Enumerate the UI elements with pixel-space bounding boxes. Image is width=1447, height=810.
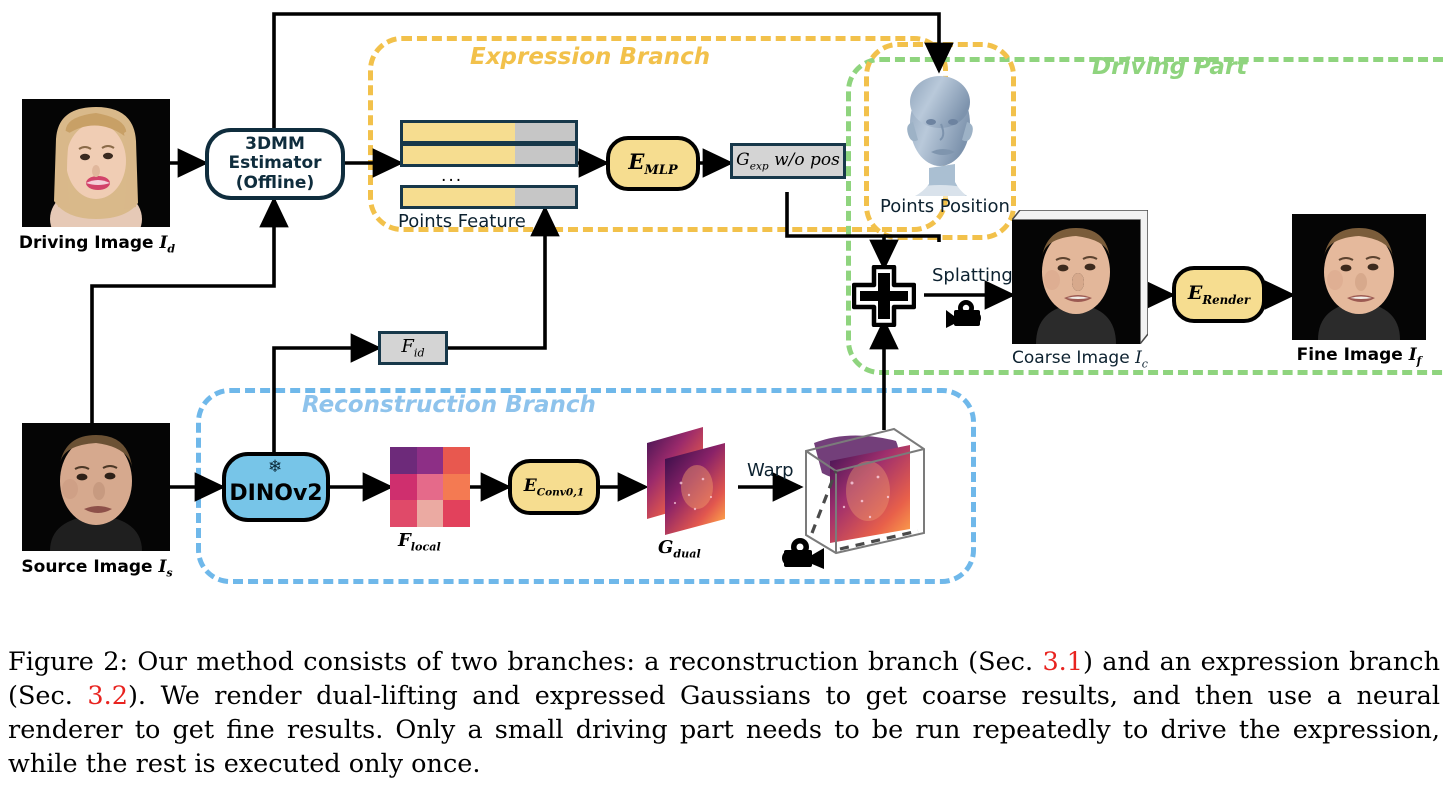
- coarse-image-caption: Coarse Image Ic: [1012, 348, 1148, 371]
- fine-image-caption: Fine Image If: [1296, 345, 1422, 368]
- points-feature-bar-1: [400, 120, 578, 144]
- fine-image-thumbnail: [1292, 214, 1426, 340]
- f-id-label: Fid: [401, 336, 425, 360]
- points-feature-bar-3: [400, 185, 578, 209]
- method-pipeline-figure: Expression Branch Driving Part Reconstru…: [0, 0, 1447, 630]
- e-mlp-node[interactable]: EMLP: [606, 136, 700, 191]
- f-id-box: Fid: [378, 331, 448, 365]
- caption-part1: Our method consists of two branches: a r…: [128, 647, 1043, 677]
- g-exp-wo-pos-box: Gexp w/o pos: [730, 143, 846, 179]
- coarse-image-thumbnail: [1010, 209, 1149, 347]
- dinov2-label: DINOv2: [229, 480, 323, 506]
- points-feature-label: Points Feature: [398, 211, 526, 232]
- points-feature-ellipsis: ...: [441, 166, 464, 186]
- points-position-label: Points Position: [880, 196, 1010, 217]
- f-local-feature-grid: [390, 447, 470, 527]
- plus-merge-icon: [851, 264, 917, 328]
- e-conv-label: EConv0,1: [523, 475, 585, 499]
- caption-number: Figure 2:: [8, 647, 129, 677]
- e-render-node[interactable]: ERender: [1172, 266, 1266, 323]
- estimator-line2: Estimator: [228, 153, 322, 174]
- e-conv-node[interactable]: EConv0,1: [508, 459, 600, 515]
- caption-ref-3-2[interactable]: 3.2: [87, 681, 128, 711]
- snowflake-icon: ❄: [268, 457, 283, 477]
- e-mlp-label: EMLP: [628, 148, 678, 179]
- points-feature-bar-2: [400, 143, 578, 167]
- e-render-label: ERender: [1187, 282, 1251, 307]
- g-dual-label: Gdual: [658, 537, 701, 561]
- caption-part3: ). We render dual-lifting and expressed …: [8, 681, 1440, 780]
- figure-caption: Figure 2: Our method consists of two bra…: [8, 645, 1440, 782]
- driving-image-thumbnail: [22, 99, 170, 227]
- g-dual-planes: [645, 425, 739, 535]
- f-local-label: Flocal: [398, 530, 441, 554]
- estimator-line3: (Offline): [235, 172, 315, 193]
- g-exp-label: Gexp w/o pos: [736, 149, 840, 173]
- estimator-line1: 3DMM: [245, 134, 305, 155]
- source-image-caption: Source Image Is: [21, 557, 173, 580]
- caption-ref-3-1[interactable]: 3.1: [1042, 647, 1083, 677]
- movie-camera-icon: [944, 298, 988, 330]
- 3dmm-estimator-node[interactable]: 3DMM Estimator (Offline): [205, 128, 345, 200]
- source-image-thumbnail: [22, 423, 170, 551]
- splatting-label: Splatting: [932, 265, 1013, 286]
- driving-image-caption: Driving Image Id: [18, 233, 176, 256]
- points-position-head-mesh: [893, 72, 987, 199]
- warp-label: Warp: [747, 460, 794, 481]
- movie-camera-icon-warp: [778, 536, 826, 572]
